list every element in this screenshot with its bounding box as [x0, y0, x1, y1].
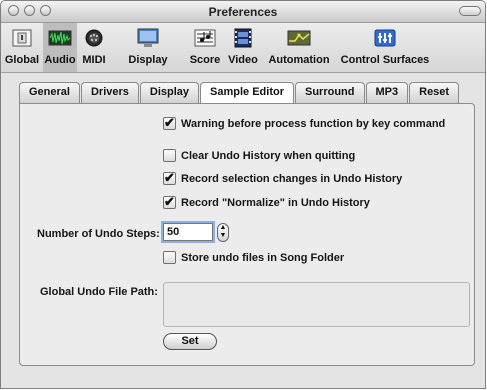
- record-normalize-checkbox[interactable]: [163, 194, 176, 210]
- tab-reset[interactable]: Reset: [409, 82, 460, 103]
- preferences-tabs: General Drivers Display Sample Editor Su…: [19, 82, 460, 104]
- video-icon: [234, 28, 252, 48]
- tab-general[interactable]: General: [19, 82, 80, 103]
- global-icon: [12, 29, 32, 47]
- display-icon: [137, 28, 159, 47]
- toolbar-item-control-surfaces[interactable]: Control Surfaces: [337, 23, 433, 72]
- record-selection-option[interactable]: Record selection changes in Undo History: [163, 170, 403, 186]
- record-selection-label: Record selection changes in Undo History: [181, 172, 403, 185]
- toolbar-item-midi[interactable]: MIDI: [77, 23, 111, 72]
- store-undo-option[interactable]: Store undo files in Song Folder: [163, 251, 344, 264]
- preferences-window: Preferences Global Audio MIDI Display Sc…: [0, 0, 486, 389]
- automation-icon: [287, 30, 311, 46]
- record-normalize-label: Record "Normalize" in Undo History: [181, 196, 370, 209]
- undo-steps-label: Number of Undo Steps:: [37, 228, 160, 240]
- warning-process-option[interactable]: Warning before process function by key c…: [163, 115, 446, 131]
- clear-undo-label: Clear Undo History when quitting: [181, 149, 356, 162]
- undo-steps-stepper[interactable]: ▲ ▼: [217, 223, 229, 242]
- tab-mp3[interactable]: MP3: [365, 82, 409, 103]
- record-selection-checkbox[interactable]: [163, 170, 176, 186]
- tab-sample-editor[interactable]: Sample Editor: [200, 82, 294, 103]
- title-bar: Preferences: [1, 1, 485, 23]
- warning-process-label: Warning before process function by key c…: [181, 117, 446, 130]
- audio-icon: [48, 30, 72, 46]
- toolbar-item-display[interactable]: Display: [111, 23, 185, 72]
- tab-drivers[interactable]: Drivers: [80, 82, 139, 103]
- midi-icon: [85, 29, 103, 47]
- warning-process-checkbox[interactable]: [163, 115, 176, 131]
- record-normalize-option[interactable]: Record "Normalize" in Undo History: [163, 194, 370, 210]
- tab-display[interactable]: Display: [139, 82, 200, 103]
- toolbar-item-score[interactable]: Score: [185, 23, 225, 72]
- undo-path-label: Global Undo File Path:: [40, 286, 158, 298]
- toolbar-item-video[interactable]: Video: [225, 23, 261, 72]
- set-button[interactable]: Set: [163, 333, 217, 350]
- store-undo-label: Store undo files in Song Folder: [181, 251, 345, 264]
- toolbar-item-audio[interactable]: Audio: [43, 23, 77, 72]
- window-title: Preferences: [208, 5, 278, 19]
- control-surfaces-icon: [374, 29, 396, 47]
- toolbar-toggle-button[interactable]: [459, 6, 481, 16]
- store-undo-checkbox[interactable]: [163, 251, 176, 264]
- undo-path-field: [163, 282, 470, 327]
- clear-undo-option[interactable]: Clear Undo History when quitting: [163, 149, 355, 162]
- undo-steps-input[interactable]: 50: [163, 223, 213, 241]
- tab-surround[interactable]: Surround: [295, 82, 365, 103]
- preferences-toolbar: Global Audio MIDI Display Score Video Au…: [1, 23, 485, 73]
- clear-undo-checkbox[interactable]: [163, 149, 176, 162]
- score-icon: [194, 29, 216, 47]
- toolbar-item-automation[interactable]: Automation: [261, 23, 337, 72]
- toolbar-item-global[interactable]: Global: [1, 23, 43, 72]
